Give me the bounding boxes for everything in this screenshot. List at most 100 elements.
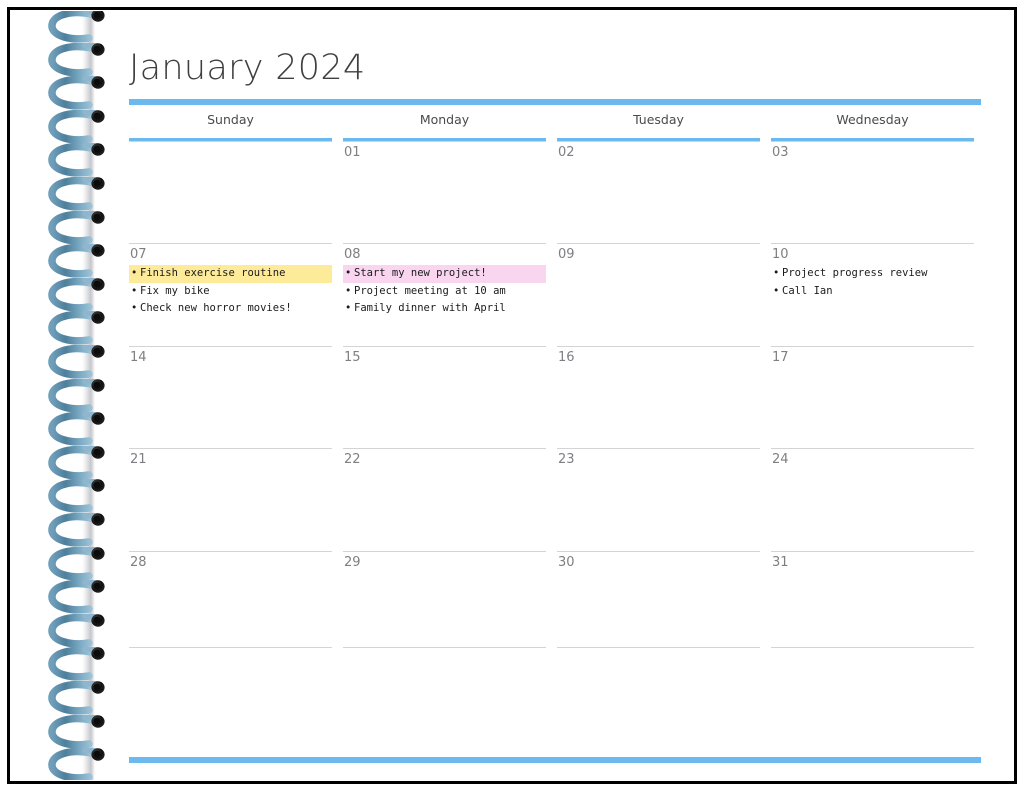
day-cell-02[interactable]: 02	[557, 141, 771, 243]
day-cell-17[interactable]: 17	[771, 345, 985, 448]
weekday-header-monday: Monday	[343, 107, 557, 141]
day-cell-08[interactable]: 08 • Start my new project! • Project meeting…	[343, 243, 557, 345]
date-number: 29	[344, 554, 361, 570]
day-cell-28[interactable]: 28	[129, 550, 343, 653]
day-separator	[343, 345, 546, 347]
grid-bottom-segment	[129, 647, 343, 659]
day-cell-15[interactable]: 15	[343, 345, 557, 448]
footer-accent-bar	[129, 757, 981, 763]
day-cell-14[interactable]: 14	[129, 345, 343, 448]
day-separator	[771, 243, 974, 245]
event-item[interactable]: • Finish exercise routine	[129, 265, 332, 283]
event-text: Project meeting at 10 am	[354, 284, 506, 297]
spiral-coil-icon	[45, 479, 107, 513]
bullet-icon: •	[345, 284, 352, 297]
date-number: 31	[772, 554, 789, 570]
date-number: 14	[130, 349, 147, 365]
weekday-label: Monday	[419, 112, 470, 127]
spiral-coil-icon	[45, 647, 107, 681]
day-cell-03[interactable]: 03	[771, 141, 985, 243]
event-list: • Start my new project! • Project meeting a…	[343, 265, 546, 318]
weekday-label: Wednesday	[836, 112, 909, 127]
spiral-coil-icon	[45, 445, 107, 480]
week-row: 28 29 30 31	[129, 550, 985, 653]
spiral-coil-icon	[45, 277, 107, 312]
grid-bottom-rule	[129, 647, 985, 659]
spiral-coil-icon	[45, 580, 107, 614]
day-separator	[557, 243, 760, 245]
date-number: 24	[772, 452, 789, 468]
day-cell-09[interactable]: 09	[557, 243, 771, 345]
rule-line	[129, 647, 332, 648]
week-row: 14 15 16 17	[129, 345, 985, 448]
event-item[interactable]: • Project meeting at 10 am	[343, 283, 546, 301]
day-cell-16[interactable]: 16	[557, 345, 771, 448]
event-text: Check new horror movies!	[140, 302, 292, 315]
spiral-coil-icon	[45, 11, 107, 43]
day-cell-30[interactable]: 30	[557, 550, 771, 653]
day-cell-22[interactable]: 22	[343, 448, 557, 550]
rule-line	[557, 647, 760, 648]
date-number: 28	[130, 554, 147, 570]
date-number: 07	[130, 247, 147, 263]
event-text: Family dinner with April	[354, 302, 506, 315]
day-cell-21[interactable]: 21	[129, 448, 343, 550]
event-item[interactable]: • Project progress review	[771, 265, 974, 283]
day-separator	[129, 243, 332, 245]
bullet-icon: •	[773, 267, 780, 280]
calendar-sheet: January 2024 Sunday Monday Tuesday Wednesda…	[11, 11, 1013, 780]
event-text: Start my new project!	[354, 267, 487, 280]
day-cell-24[interactable]: 24	[771, 448, 985, 550]
event-item[interactable]: • Check new horror movies!	[129, 300, 332, 318]
event-item[interactable]: • Call Ian	[771, 283, 974, 301]
day-separator	[129, 448, 332, 450]
spiral-coil-icon	[45, 210, 107, 245]
weekday-header-tuesday: Tuesday	[557, 107, 771, 141]
date-number: 08	[344, 247, 361, 263]
day-cell-31[interactable]: 31	[771, 550, 985, 653]
spiral-coil-icon	[45, 42, 107, 77]
grid-bottom-segment	[343, 647, 557, 659]
day-separator	[771, 141, 974, 142]
weekday-header-sunday: Sunday	[129, 107, 343, 141]
header-accent-bar	[129, 99, 981, 105]
day-separator	[343, 243, 546, 245]
spiral-coil-icon	[45, 513, 107, 547]
date-number: 09	[558, 247, 575, 263]
day-separator	[771, 550, 974, 552]
spiral-coil-icon	[45, 76, 107, 110]
weekday-header-wednesday: Wednesday	[771, 107, 985, 141]
weeks-grid: 01 02 03 07 • Finish exercise routine • Fix my …	[129, 141, 985, 653]
date-number: 02	[558, 145, 575, 160]
day-cell-07[interactable]: 07 • Finish exercise routine • Fix my bike • C…	[129, 243, 343, 345]
day-cell-01[interactable]: 01	[343, 141, 557, 243]
event-item[interactable]: • Start my new project!	[343, 265, 546, 283]
day-cell-10[interactable]: 10 • Project progress review • Call Ian	[771, 243, 985, 345]
day-cell-empty[interactable]	[129, 141, 343, 243]
spiral-coil-icon	[45, 177, 107, 211]
date-number: 10	[772, 247, 789, 263]
date-number: 21	[130, 452, 147, 468]
event-item[interactable]: • Fix my bike	[129, 283, 332, 301]
spiral-coil-icon	[45, 345, 107, 379]
day-separator	[557, 448, 760, 450]
date-number: 03	[772, 145, 789, 160]
event-item[interactable]: • Family dinner with April	[343, 300, 546, 318]
spiral-coil-icon	[45, 378, 107, 413]
page-frame: January 2024 Sunday Monday Tuesday Wednesda…	[0, 0, 1024, 791]
spiral-coil-icon	[45, 613, 107, 648]
bullet-icon: •	[773, 284, 780, 297]
date-number: 01	[344, 145, 361, 160]
day-cell-23[interactable]: 23	[557, 448, 771, 550]
day-separator	[129, 345, 332, 347]
day-separator	[557, 345, 760, 347]
date-number: 22	[344, 452, 361, 468]
spiral-binding	[45, 11, 117, 780]
week-row: 21 22 23 24	[129, 448, 985, 550]
bullet-icon: •	[345, 302, 352, 315]
spiral-coil-icon	[45, 412, 107, 446]
date-number: 17	[772, 349, 789, 365]
bullet-icon: •	[131, 267, 138, 280]
day-cell-29[interactable]: 29	[343, 550, 557, 653]
bullet-icon: •	[131, 284, 138, 297]
